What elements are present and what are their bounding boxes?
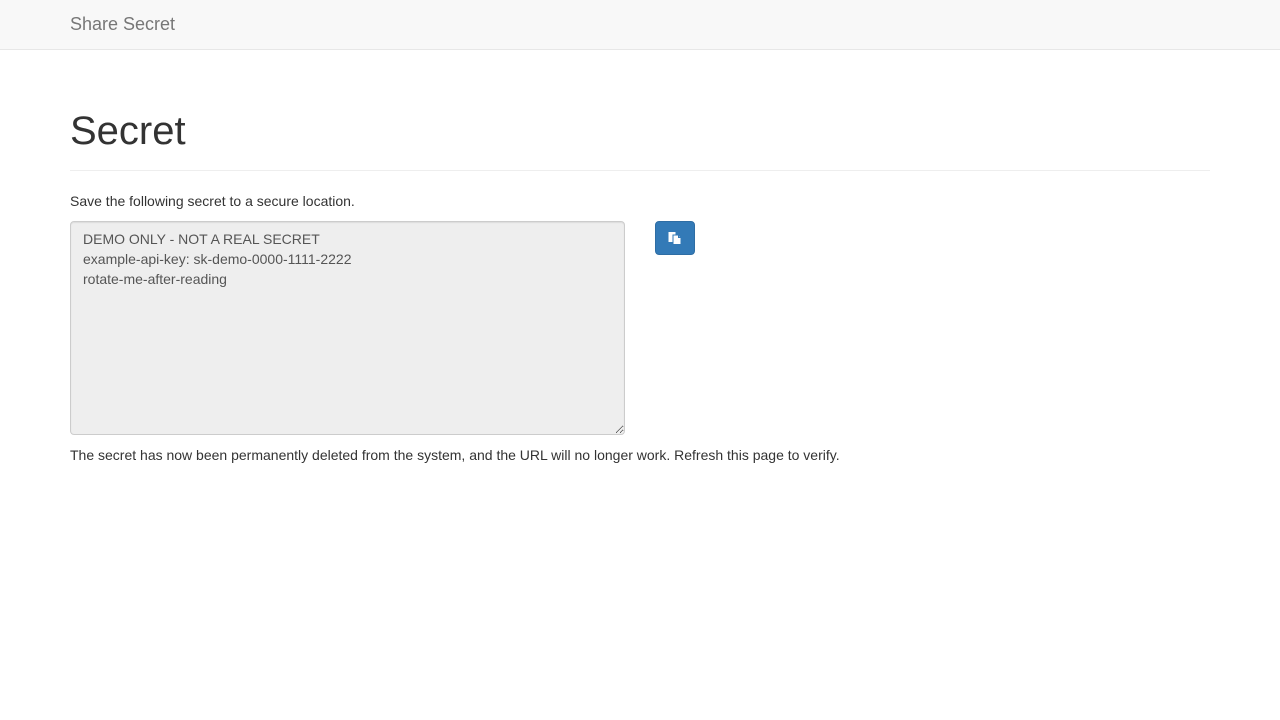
- copy-icon: [668, 232, 682, 245]
- navbar: Share Secret: [0, 0, 1280, 50]
- page-title: Secret: [70, 109, 186, 153]
- copy-button[interactable]: [655, 221, 695, 255]
- deletion-notice: The secret has now been permanently dele…: [70, 447, 840, 463]
- navbar-brand-link[interactable]: Share Secret: [70, 14, 175, 34]
- title-divider: [70, 170, 1210, 171]
- secret-textarea[interactable]: DEMO ONLY - NOT A REAL SECRET example-ap…: [70, 221, 625, 435]
- instruction-text: Save the following secret to a secure lo…: [70, 193, 355, 209]
